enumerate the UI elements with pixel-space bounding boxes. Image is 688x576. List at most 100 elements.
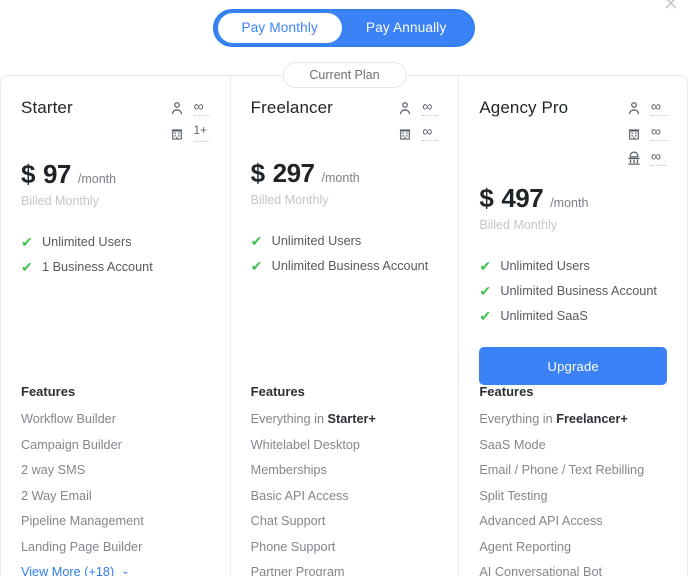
chevron-down-icon: ⌄ [121,566,130,576]
quota-value: ∞ [422,99,439,116]
highlight-row: ✔ Unlimited Users [479,259,667,273]
feature-item: Phone Support [250,539,336,554]
plan-card-agency-pro: Agency Pro ∞ ∞ ∞ $497/month Billed Monthly ✔ Un… [458,76,687,576]
user-icon [169,100,185,116]
features-title: Features [250,384,305,399]
check-icon: ✔ [479,283,492,299]
feature-item: Basic API Access [250,488,349,503]
feature-item: Workflow Builder [21,412,116,426]
user-icon [397,100,413,116]
quota-value: 1+ [193,125,210,142]
feature-emphasis: Freelancer+ [556,412,628,426]
feature-item: Chat Support [250,514,326,528]
plan-highlights: ✔ Unlimited Users ✔ Unlimited Business Acco… [479,259,667,323]
check-icon: ✔ [250,258,263,274]
plan-features: Features Everything in Starter+ Whitelabel… [251,384,439,576]
feature-item: 2 way SMS [21,463,86,477]
quota-row: ∞ [626,99,668,116]
price-amount: 497 [501,183,544,213]
highlight-label: Unlimited Users [500,259,590,273]
feature-label: Everything in [250,412,328,426]
toggle-pay-annually[interactable]: Pay Annually [342,13,470,43]
highlight-row: ✔ Unlimited Business Account [479,284,667,298]
plan-header: Starter ∞ 1+ [21,98,210,142]
upgrade-button[interactable]: Upgrade [479,347,668,385]
highlight-row: ✔ Unlimited Users [21,235,210,249]
feature-item: Campaign Builder [21,437,122,452]
feature-item: Everything in Freelancer+ [479,412,667,426]
quota-row: ∞ [169,99,210,116]
plan-highlights: ✔ Unlimited Users ✔ Unlimited Business Acco… [251,234,439,273]
plan-features: Features Everything in Freelancer+ SaaS Mo… [479,384,667,576]
toggle-pay-monthly[interactable]: Pay Monthly [217,13,342,43]
quota-row: ∞ [397,99,439,116]
user-icon [626,100,642,116]
plan-highlights: ✔ Unlimited Users ✔ 1 Business Account [21,235,210,274]
feature-item: Whitelabel Desktop [250,437,360,452]
plan-quota-list: ∞ ∞ ∞ [626,98,668,166]
price-currency: $ [479,183,494,213]
feature-item: Pipeline Management [21,514,144,528]
highlight-label: Unlimited Business Account [271,259,429,273]
highlight-row: ✔ Unlimited Users [251,234,439,248]
highlight-label: Unlimited Business Account [500,284,657,298]
check-icon: ✔ [479,308,492,324]
quota-value: ∞ [651,99,668,116]
features-title: Features [21,384,76,399]
features-title: Features [479,384,534,399]
billing-note: Billed Monthly [250,193,329,207]
feature-item: Everything in Starter+ [251,412,439,426]
quota-row: 1+ [169,125,210,142]
plan-header: Freelancer ∞ ∞ [251,98,439,141]
check-icon: ✔ [479,258,492,274]
price-amount: 297 [272,158,315,188]
current-plan-badge: Current Plan [282,62,407,88]
feature-item: Advanced API Access [479,514,603,528]
feature-item: Agent Reporting [479,539,572,554]
plan-features: Features Workflow Builder Campaign Builder… [21,384,210,576]
quota-value: ∞ [651,149,668,166]
feature-item: Partner Program [250,565,345,576]
quota-value: ∞ [651,124,668,141]
quota-value: ∞ [193,99,210,116]
plan-name: Agency Pro [479,98,569,117]
billing-note: Billed Monthly [21,194,99,208]
plan-quota-list: ∞ 1+ [169,98,210,142]
price-amount: 97 [42,159,71,189]
plan-card-starter: Starter ∞ 1+ $97/month Billed Monthly ✔ Unlimi… [1,76,230,576]
view-more-button[interactable]: View More (+18) ⌄ [21,565,210,576]
billing-note: Billed Monthly [479,218,558,232]
highlight-label: Unlimited SaaS [500,309,588,323]
building-icon [397,125,413,141]
feature-item: AI Conversational Bot [479,565,603,576]
price-period: /month [550,196,589,210]
highlight-row: ✔ Unlimited Business Account [251,259,439,273]
quota-row: ∞ [626,149,668,166]
feature-label: Everything in [479,412,557,426]
plan-card-freelancer: Current Plan Freelancer ∞ ∞ $297/month Billed… [229,62,459,576]
highlight-label: Unlimited Users [271,234,362,248]
building-icon [169,125,185,141]
feature-item: SaaS Mode [479,437,546,452]
quota-row: ∞ [397,124,439,141]
price-period: /month [321,171,360,185]
check-icon: ✔ [21,234,33,250]
check-icon: ✔ [21,259,33,275]
billing-toggle-group[interactable]: Pay Monthly Pay Annually [212,9,476,47]
feature-item: Memberships [250,463,327,477]
highlight-label: Unlimited Users [42,235,132,249]
plan-name: Freelancer [250,98,333,117]
feature-emphasis: Starter+ [327,412,376,426]
building-icon [626,125,642,141]
plan-list: Starter ∞ 1+ $97/month Billed Monthly ✔ Unlimi… [0,62,688,576]
billing-toggle: Pay Monthly Pay Annually [0,9,688,47]
feature-item: 2 Way Email [21,488,92,503]
pricing-modal: ✕ Pay Monthly Pay Annually Starter ∞ 1+ $97… [0,0,688,576]
feature-item: Landing Page Builder [21,539,143,554]
check-icon: ✔ [250,233,263,249]
quota-row: ∞ [626,124,668,141]
feature-item: Email / Phone / Text Rebilling [479,463,645,477]
feature-item: Split Testing [479,488,548,503]
plan-price: $297/month [251,158,439,189]
quota-value: ∞ [422,124,439,141]
